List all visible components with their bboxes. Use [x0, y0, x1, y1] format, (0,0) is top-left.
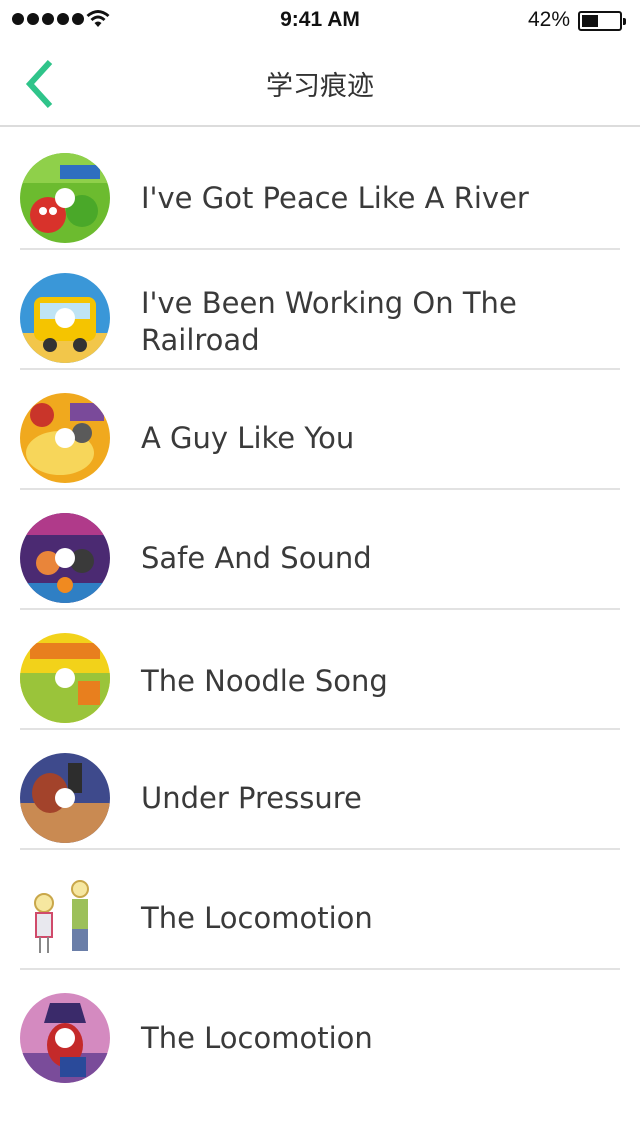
page-title: 学习痕迹	[266, 71, 374, 102]
navigation-bar: 学习痕迹	[0, 40, 640, 127]
song-title: A Guy Like You	[141, 421, 355, 455]
list-item[interactable]: Under Pressure	[0, 729, 640, 850]
charlie-and-lola-icon	[20, 873, 110, 963]
list-item[interactable]: The Noodle Song	[0, 609, 640, 730]
status-bar: 9:41 AM 42%	[0, 0, 640, 40]
yellow-bus-disc-icon	[20, 273, 110, 363]
mother-goose-disc-icon	[20, 393, 110, 483]
turkey-disc-icon	[20, 753, 110, 843]
song-title: The Noodle Song	[141, 664, 388, 698]
song-title: Under Pressure	[141, 781, 362, 815]
list-item[interactable]: Safe And Sound	[0, 489, 640, 610]
list-item[interactable]: A Guy Like You	[0, 369, 640, 490]
veggietales-disc-icon	[20, 153, 110, 243]
spookley-pumpkin-disc-icon	[20, 633, 110, 723]
song-title: I've Got Peace Like A River	[141, 181, 529, 215]
list-item[interactable]: The Locomotion	[0, 849, 640, 970]
battery-icon	[578, 11, 626, 31]
list-item[interactable]: I've Got Peace Like A River	[0, 129, 640, 250]
pirate-bird-disc-icon	[20, 993, 110, 1083]
song-title: The Locomotion	[141, 1021, 373, 1055]
list-item[interactable]: I've Been Working On The Railroad	[0, 249, 640, 370]
song-title: I've Been Working On The Railroad	[141, 286, 517, 357]
list-item[interactable]: The Locomotion	[0, 969, 640, 1089]
song-title: The Locomotion	[141, 901, 373, 935]
song-title: Safe And Sound	[141, 541, 372, 575]
battery-percent: 42%	[527, 8, 570, 31]
halloween-disc-icon	[20, 513, 110, 603]
